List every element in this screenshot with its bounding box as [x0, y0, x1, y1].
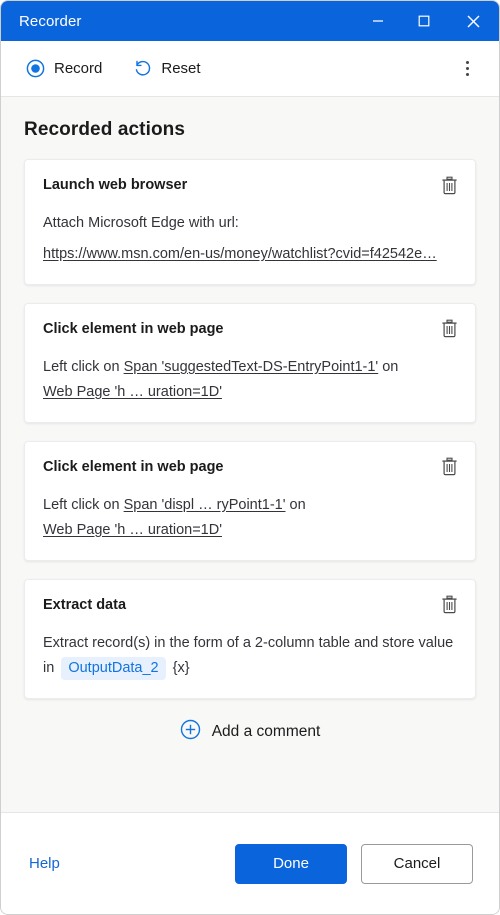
trash-icon	[441, 457, 457, 476]
action-card-extract-data[interactable]: Extract data Extract record(s) in the fo…	[24, 578, 476, 699]
delete-action-button[interactable]	[437, 317, 461, 341]
action-description: Left click on Span 'displ … ryPoint1-1' …	[43, 493, 457, 543]
maximize-icon	[418, 15, 430, 27]
undo-arrow-icon	[132, 59, 152, 79]
add-comment-button[interactable]: Add a comment	[24, 719, 476, 745]
recorded-actions-panel: Recorded actions Launch web browser Atta…	[1, 97, 499, 812]
more-vertical-icon-dot	[465, 67, 469, 70]
trash-icon	[441, 176, 457, 194]
page-title: Recorded actions	[24, 119, 186, 140]
action-card-header: Click element in web page	[43, 457, 457, 479]
minimize-icon	[373, 20, 383, 22]
action-card-launch-web-browser[interactable]: Launch web browser Attach Microsoft Edge…	[24, 159, 476, 285]
click-suffix: on	[289, 496, 306, 513]
action-card-header: Extract data	[43, 595, 457, 617]
action-title: Launch web browser	[43, 177, 188, 193]
window-title: Recorder	[19, 12, 82, 30]
target-url-link[interactable]: https://www.msn.com/en-us/money/watchlis…	[43, 242, 457, 267]
action-card-click-element-2[interactable]: Click element in web page Left click on	[24, 440, 476, 561]
dialog-footer: Help Done Cancel	[1, 812, 499, 914]
delete-action-button[interactable]	[437, 593, 461, 617]
action-card-header: Launch web browser	[43, 176, 457, 197]
cancel-button[interactable]: Cancel	[361, 843, 473, 884]
click-target-element[interactable]: Span 'displ … ryPoint1-1'	[124, 497, 286, 513]
click-prefix: Left click on	[43, 496, 120, 513]
click-target-page[interactable]: Web Page 'h … uration=1D'	[43, 384, 222, 400]
minimize-button[interactable]	[355, 1, 401, 41]
help-link[interactable]: Help	[29, 855, 60, 872]
action-title: Click element in web page	[43, 458, 224, 475]
click-suffix: on	[382, 358, 399, 375]
more-options-button[interactable]	[453, 54, 481, 84]
action-description: Extract record(s) in the form of a 2-col…	[43, 631, 457, 681]
action-description-line: Web Page 'h … uration=1D'	[43, 380, 457, 405]
window-controls	[355, 1, 499, 41]
close-button[interactable]	[447, 1, 499, 41]
done-button[interactable]: Done	[235, 843, 347, 884]
record-button[interactable]: Record	[17, 54, 110, 84]
output-variable-chip[interactable]: OutputData_2	[61, 656, 166, 681]
action-title: Extract data	[43, 596, 127, 613]
action-title: Click element in web page	[43, 320, 224, 337]
add-comment-label: Add a comment	[211, 722, 321, 740]
variable-type-indicator: {x}	[172, 659, 190, 676]
maximize-button[interactable]	[401, 1, 447, 41]
action-description-line: Left click on Span 'displ … ryPoint1-1' …	[43, 493, 457, 518]
more-vertical-icon-dot	[465, 73, 469, 76]
reset-label: Reset	[161, 60, 201, 77]
record-circle-icon	[25, 59, 45, 79]
close-icon	[467, 15, 479, 27]
action-description-line: Left click on Span 'suggestedText-DS-Ent…	[43, 355, 457, 380]
more-vertical-icon-dot	[465, 61, 469, 64]
trash-icon	[441, 595, 457, 614]
plus-circle-icon	[180, 719, 201, 745]
toolbar: Record Reset	[1, 41, 499, 97]
reset-button[interactable]: Reset	[124, 54, 208, 84]
click-target-element[interactable]: Span 'suggestedText-DS-EntryPoint1-1'	[124, 359, 379, 375]
title-bar: Recorder	[1, 1, 499, 41]
delete-action-button[interactable]	[437, 173, 461, 197]
action-description: Attach Microsoft Edge with url: https://…	[43, 211, 457, 267]
action-card-click-element-1[interactable]: Click element in web page Left click on	[24, 302, 476, 423]
recorder-window: Recorder Record Reset Recorded actions L…	[0, 0, 500, 915]
action-card-header: Click element in web page	[43, 320, 457, 341]
click-target-page[interactable]: Web Page 'h … uration=1D'	[43, 522, 222, 538]
record-label: Record	[54, 60, 103, 77]
action-description-line: Attach Microsoft Edge with url:	[43, 215, 239, 231]
action-description: Left click on Span 'suggestedText-DS-Ent…	[43, 355, 457, 405]
action-description-line: Web Page 'h … uration=1D'	[43, 518, 457, 543]
click-prefix: Left click on	[43, 358, 120, 375]
trash-icon	[441, 320, 457, 338]
delete-action-button[interactable]	[437, 455, 461, 479]
